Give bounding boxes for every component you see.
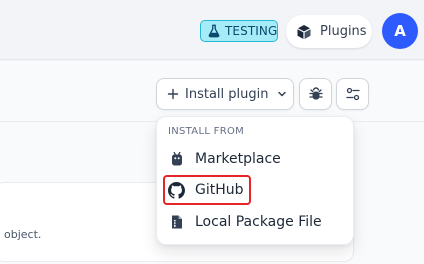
package-file-icon (172, 215, 182, 229)
install-plugin-label: Install plugin (185, 86, 269, 102)
dropdown-item-marketplace[interactable]: Marketplace (163, 145, 349, 173)
filter-settings-button[interactable] (336, 78, 369, 110)
avatar-initial: A (394, 22, 406, 40)
dropdown-item-github[interactable]: GitHub (163, 175, 251, 205)
bug-icon (308, 87, 323, 100)
plus-icon (167, 88, 179, 100)
testing-badge: TESTING (200, 20, 278, 42)
plugins-label: Plugins (320, 24, 367, 39)
dropdown-item-local-package[interactable]: Local Package File (163, 208, 349, 236)
debug-button[interactable] (299, 78, 332, 110)
dropdown-item-label: Marketplace (195, 151, 281, 167)
marketplace-icon (172, 151, 182, 166)
dropdown-item-label: Local Package File (195, 214, 322, 230)
cube-icon (297, 24, 311, 39)
flask-icon (208, 24, 220, 38)
dropdown-header: INSTALL FROM (168, 126, 245, 137)
app-page: TESTING Plugins A Install plugin object.… (0, 0, 424, 264)
testing-badge-label: TESTING (225, 24, 278, 38)
install-plugin-button[interactable]: Install plugin (156, 78, 294, 110)
plugin-card-description: object. (4, 228, 42, 241)
sliders-icon (345, 87, 360, 101)
dropdown-item-label: GitHub (195, 182, 244, 198)
install-from-dropdown: INSTALL FROM Marketplace GitHub Local Pa… (156, 116, 354, 245)
user-avatar[interactable]: A (382, 13, 418, 49)
chevron-down-icon (278, 91, 287, 97)
github-icon (168, 181, 185, 199)
top-bar: TESTING Plugins A (0, 0, 424, 60)
plugins-button[interactable]: Plugins (286, 15, 372, 48)
